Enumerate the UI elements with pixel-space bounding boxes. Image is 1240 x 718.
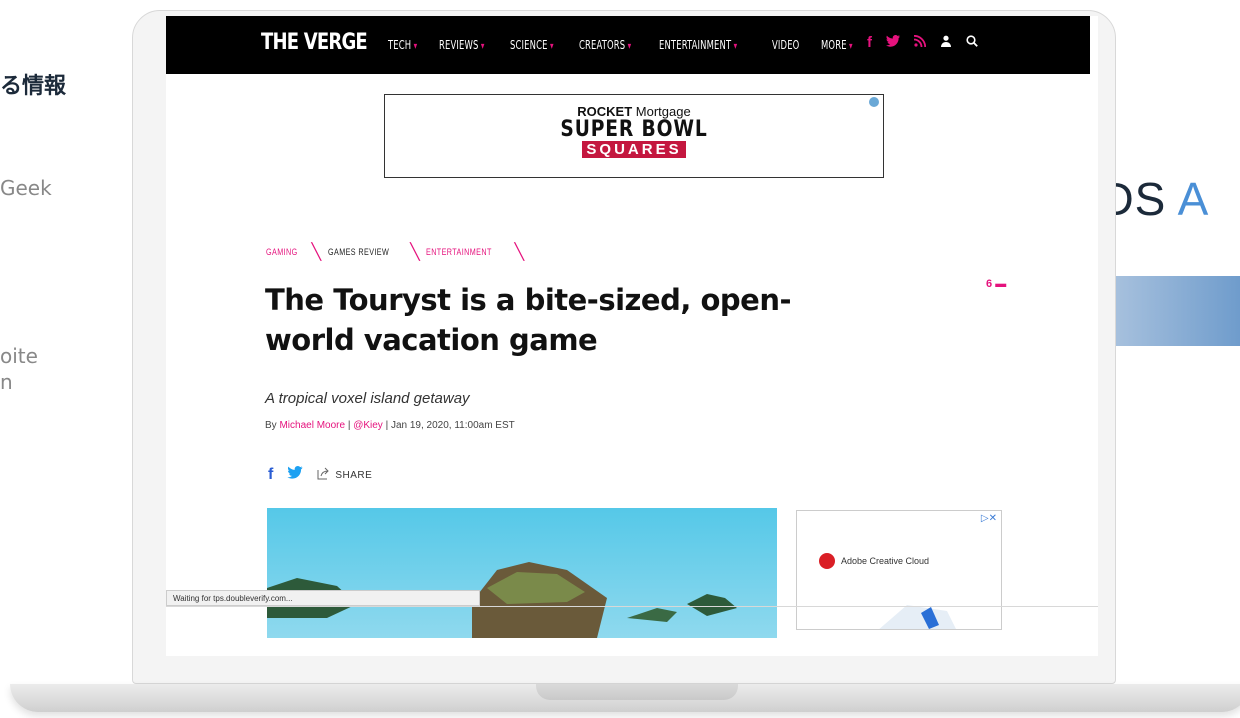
article-byline: By Michael Moore | @Kiey | Jan 19, 2020,… [265, 420, 515, 431]
site-navbar: THE VERGE TECH ▾ REVIEWS ▾ SCIENCE ▾ CREATO… [166, 16, 1090, 74]
rss-icon[interactable] [913, 34, 927, 51]
comment-icon: ▬ [995, 278, 1007, 290]
nav-item-more[interactable]: MORE ▾ [821, 38, 853, 52]
top-banner-ad[interactable]: ROCKET Mortgage SUPER BOWL SQUARES [384, 94, 884, 178]
ad-headline: SUPER BOWL [560, 117, 708, 142]
laptop-screen: THE VERGE TECH ▾ REVIEWS ▾ SCIENCE ▾ CREATO… [166, 16, 1098, 656]
nav-item-entertainment[interactable]: ENTERTAINMENT ▾ [659, 38, 737, 52]
search-icon[interactable] [966, 34, 978, 51]
screen-divider [166, 606, 1098, 607]
creative-cloud-icon [819, 553, 835, 569]
article-hero-image [267, 508, 777, 638]
twitter-share-icon[interactable] [287, 466, 303, 484]
nav-menu: TECH ▾ REVIEWS ▾ SCIENCE ▾ CREATORS ▾ ENTERT… [388, 38, 861, 52]
comment-count[interactable]: 6 ▬ [986, 278, 1006, 290]
crumb-gaming[interactable]: GAMING [266, 247, 298, 257]
adchoices-icon[interactable] [869, 97, 879, 107]
slide-text-geek: Geek [0, 176, 52, 200]
nav-item-tech[interactable]: TECH ▾ [388, 38, 417, 52]
share-row: f SHARE [268, 466, 372, 484]
side-ad-brand: Adobe Creative Cloud [819, 553, 929, 569]
article-title: The Touryst is a bite-sized, open-world … [265, 283, 792, 357]
verge-logo[interactable]: THE VERGE [261, 30, 368, 55]
nav-item-science[interactable]: SCIENCE ▾ [510, 38, 554, 52]
facebook-share-icon[interactable]: f [268, 466, 273, 484]
nav-item-creators[interactable]: CREATORS ▾ [579, 38, 631, 52]
side-ad-graphic [879, 605, 956, 629]
slide-text-bite: oite [0, 344, 38, 368]
laptop-notch [536, 684, 738, 700]
crumb-separator: ╲ [410, 244, 421, 261]
ad-subheadline: SQUARES [582, 141, 686, 158]
publish-date: | Jan 19, 2020, 11:00am EST [382, 420, 515, 431]
crumb-games-review[interactable]: GAMES REVIEW [328, 247, 389, 257]
crumb-entertainment[interactable]: ENTERTAINMENT [426, 247, 492, 257]
crumb-separator: ╲ [311, 244, 322, 261]
twitter-icon[interactable] [886, 34, 900, 51]
slide-text-n: n [0, 370, 13, 394]
breadcrumb: GAMING ╲ GAMES REVIEW ╲ ENTERTAINMENT ╲ [266, 242, 531, 262]
slide-heading-fragment: る情報 [0, 74, 67, 99]
share-button[interactable]: SHARE [317, 467, 372, 483]
nav-item-video[interactable]: VIDEO [772, 38, 799, 52]
sidebar-ad[interactable]: ▷✕ Adobe Creative Cloud [796, 510, 1002, 630]
nav-icons: f [867, 34, 978, 51]
adchoices-close-icon[interactable]: ▷✕ [981, 513, 997, 524]
share-icon [317, 467, 330, 483]
author-link[interactable]: Michael Moore [279, 420, 345, 431]
facebook-icon[interactable]: f [867, 34, 872, 51]
user-icon[interactable] [940, 34, 952, 51]
nav-item-reviews[interactable]: REVIEWS ▾ [439, 38, 485, 52]
crumb-separator: ╲ [514, 244, 525, 261]
browser-status-bar: Waiting for tps.doubleverify.com... [166, 590, 480, 606]
author-handle-link[interactable]: @Kiey [353, 420, 383, 431]
article-subtitle: A tropical voxel island getaway [265, 390, 470, 407]
